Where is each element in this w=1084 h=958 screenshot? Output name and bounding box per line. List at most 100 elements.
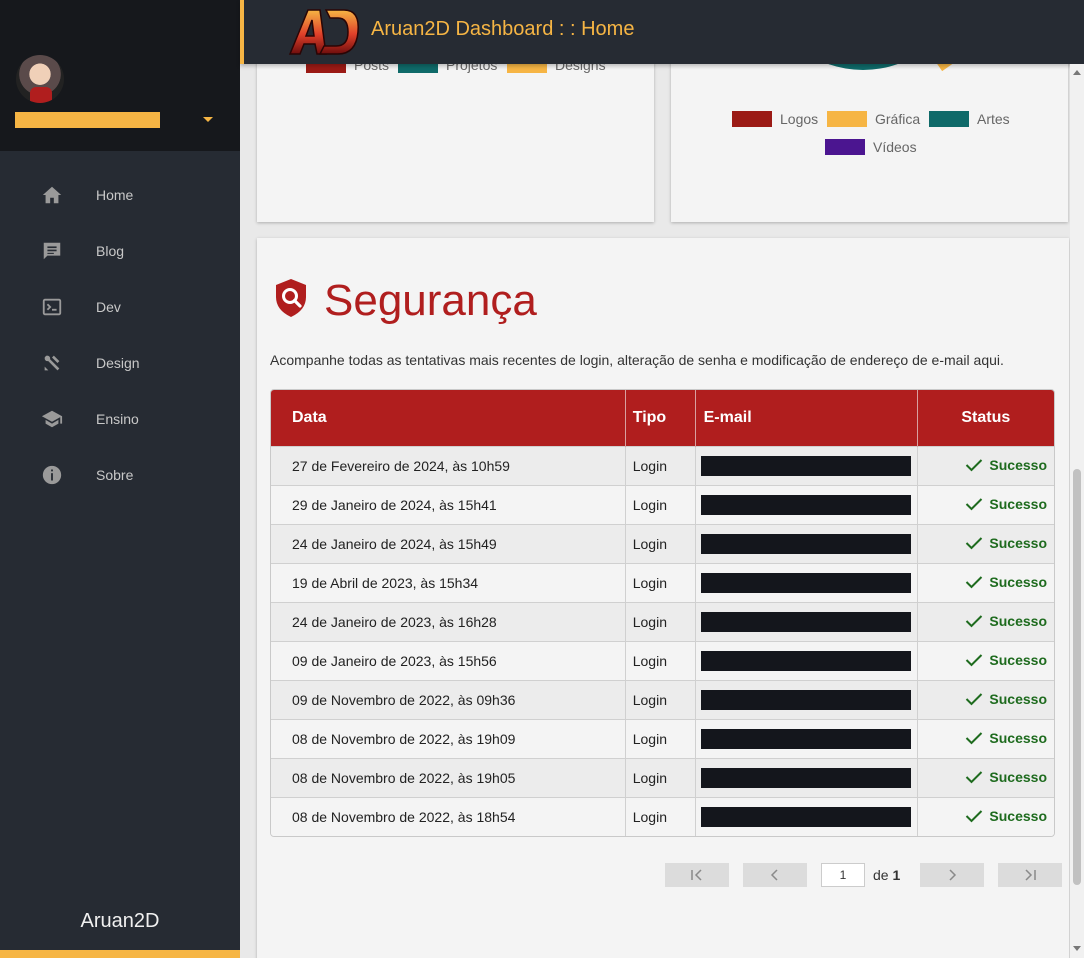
pagination: de 1	[665, 863, 1063, 887]
table-row[interactable]: 08 de Novembro de 2022, às 18h54 Login Suc…	[271, 796, 1054, 836]
table-row[interactable]: 19 de Abril de 2023, às 15h34 Login Sucess…	[271, 562, 1054, 602]
sidebar-nav: Home Blog Dev Design Ensino Sobre	[0, 167, 240, 503]
cell-status: Sucesso	[917, 679, 1054, 719]
cell-email	[695, 796, 918, 836]
chat-icon	[40, 239, 64, 263]
email-redacted	[700, 572, 911, 593]
avatar[interactable]	[16, 55, 64, 103]
first-page-button[interactable]	[665, 863, 729, 887]
status-text: Sucesso	[989, 612, 1047, 629]
legend-item-logos[interactable]: Logos	[732, 111, 818, 127]
legend-item-vídeos[interactable]: Vídeos	[825, 139, 917, 155]
caret-down-icon[interactable]	[203, 117, 213, 122]
column-header-date[interactable]: Data	[271, 390, 626, 446]
info-icon	[40, 463, 64, 487]
status-badge: Sucesso	[965, 691, 1047, 707]
column-header-status[interactable]: Status	[917, 390, 1054, 446]
page-total-label: de 1	[873, 867, 900, 883]
legend-item-artes[interactable]: Artes	[929, 111, 1010, 127]
cell-date: 09 de Janeiro de 2023, às 15h56	[271, 640, 626, 680]
cell-status: Sucesso	[917, 562, 1054, 602]
table-row[interactable]: 09 de Novembro de 2022, às 09h36 Login Suc…	[271, 679, 1054, 719]
next-page-button[interactable]	[920, 863, 985, 887]
table-row[interactable]: 27 de Fevereiro de 2024, às 10h59 Login Su…	[271, 445, 1054, 485]
table-row[interactable]: 29 de Janeiro de 2024, às 15h41 Login Suce…	[271, 484, 1054, 524]
sidebar-item-home[interactable]: Home	[0, 167, 240, 223]
scroll-up-icon[interactable]	[1073, 70, 1081, 75]
cell-type: Login	[625, 640, 696, 680]
cell-email	[695, 562, 918, 602]
status-badge: Sucesso	[965, 574, 1047, 590]
user-name-redacted	[15, 112, 160, 128]
cell-date: 08 de Novembro de 2022, às 19h09	[271, 718, 626, 758]
security-title: Segurança	[324, 276, 537, 325]
column-header-type[interactable]: Tipo	[625, 390, 696, 446]
status-text: Sucesso	[989, 456, 1047, 473]
cell-type: Login	[625, 484, 696, 524]
sidebar-brand: Aruan2D	[80, 910, 160, 932]
sidebar-item-sobre[interactable]: Sobre	[0, 447, 240, 503]
last-page-button[interactable]	[998, 863, 1063, 887]
table-row[interactable]: 24 de Janeiro de 2023, às 16h28 Login Suce…	[271, 601, 1054, 641]
top-bar: Aruan2D Dashboard : : Home	[240, 0, 1084, 64]
cell-type: Login	[625, 445, 696, 485]
cell-status: Sucesso	[917, 718, 1054, 758]
table-row[interactable]: 09 de Janeiro de 2023, às 15h56 Login Suce…	[271, 640, 1054, 680]
check-icon	[966, 497, 983, 510]
scroll-down-icon[interactable]	[1073, 946, 1081, 951]
sidebar-accent-line	[0, 950, 240, 958]
status-text: Sucesso	[989, 651, 1047, 668]
cell-status: Sucesso	[917, 445, 1054, 485]
status-text: Sucesso	[989, 495, 1047, 512]
check-icon	[966, 653, 983, 666]
legend-swatch	[825, 139, 865, 155]
status-badge: Sucesso	[965, 496, 1047, 512]
table-row[interactable]: 24 de Janeiro de 2024, às 15h49 Login Suce…	[271, 523, 1054, 563]
status-badge: Sucesso	[965, 457, 1047, 473]
sidebar-item-ensino[interactable]: Ensino	[0, 391, 240, 447]
sidebar-item-label: Sobre	[96, 467, 134, 483]
cell-status: Sucesso	[917, 523, 1054, 563]
chart-card-left: Posts Projetos Designs	[257, 40, 654, 222]
page-scrollbar[interactable]	[1070, 64, 1084, 958]
security-table: Data Tipo E-mail Status 27 de Fevereiro …	[270, 389, 1055, 837]
home-icon	[40, 183, 64, 207]
cell-type: Login	[625, 679, 696, 719]
cell-date: 09 de Novembro de 2022, às 09h36	[271, 679, 626, 719]
status-badge: Sucesso	[965, 535, 1047, 551]
cell-email	[695, 445, 918, 485]
legend-label: Logos	[780, 111, 819, 127]
cell-date: 08 de Novembro de 2022, às 18h54	[271, 796, 626, 836]
cell-status: Sucesso	[917, 601, 1054, 641]
prev-page-button[interactable]	[743, 863, 807, 887]
cell-email	[695, 601, 918, 641]
logo[interactable]	[286, 6, 362, 58]
legend-item-gráfica[interactable]: Gráfica	[827, 111, 920, 127]
cell-date: 19 de Abril de 2023, às 15h34	[271, 562, 626, 602]
cell-status: Sucesso	[917, 640, 1054, 680]
cell-date: 24 de Janeiro de 2023, às 16h28	[271, 601, 626, 641]
check-icon	[966, 575, 983, 588]
sidebar-item-blog[interactable]: Blog	[0, 223, 240, 279]
sidebar-item-dev[interactable]: Dev	[0, 279, 240, 335]
security-card: Segurança Acompanhe todas as tentativas …	[257, 238, 1069, 958]
sidebar-item-label: Blog	[96, 243, 125, 259]
page-number-input[interactable]	[821, 863, 865, 887]
column-header-email[interactable]: E-mail	[695, 390, 918, 446]
terminal-icon	[40, 295, 64, 319]
table-row[interactable]: 08 de Novembro de 2022, às 19h05 Login Suc…	[271, 757, 1054, 797]
table-row[interactable]: 08 de Novembro de 2022, às 19h09 Login Suc…	[271, 718, 1054, 758]
scrollbar-thumb[interactable]	[1073, 469, 1081, 885]
sidebar-item-design[interactable]: Design	[0, 335, 240, 391]
check-icon	[966, 810, 983, 823]
cell-type: Login	[625, 562, 696, 602]
first-page-icon	[691, 869, 702, 881]
status-badge: Sucesso	[965, 730, 1047, 746]
cell-type: Login	[625, 601, 696, 641]
security-description: Acompanhe todas as tentativas mais recen…	[270, 352, 1004, 368]
status-badge: Sucesso	[965, 613, 1047, 629]
legend-swatch	[732, 111, 772, 127]
email-redacted	[700, 533, 911, 554]
last-page-icon	[1025, 869, 1037, 881]
status-text: Sucesso	[989, 807, 1047, 824]
